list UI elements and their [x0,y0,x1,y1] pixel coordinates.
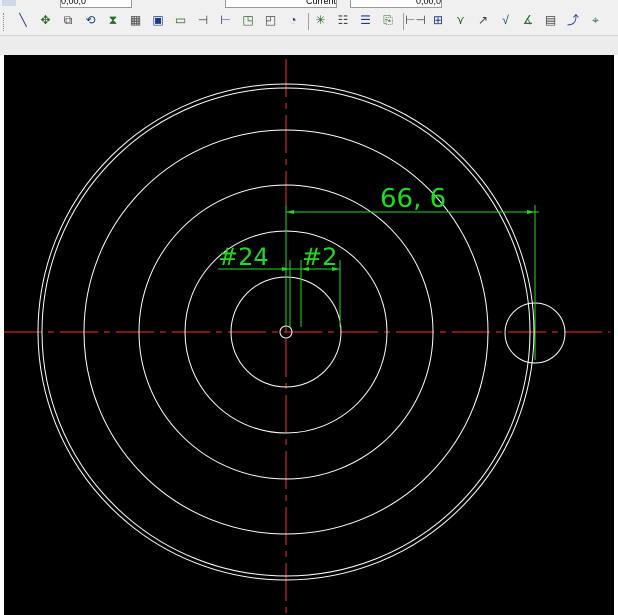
match-icon: ⎘ [383,13,393,27]
stretch-icon: ◰ [264,13,277,27]
dim-overall-arrow-left [286,210,294,214]
radius-button[interactable]: ↗ [474,11,492,29]
mirror-button[interactable]: ⧗ [104,11,122,29]
ordinate-dimension-icon: ⊞ [432,13,444,27]
array-button[interactable]: ▦ [127,11,145,29]
angular-button[interactable]: ∡ [519,11,537,29]
linear-dimension-button[interactable]: ⊢⊣ [405,11,426,29]
match-button[interactable]: ⎘ [379,11,397,29]
rectangle-button[interactable]: ▭ [172,11,190,29]
toolbar-separator [307,13,309,30]
top-toolbar-strip: 0,00,0 Current 0,00,0 [0,0,618,8]
offset-button[interactable]: ▣ [149,11,167,29]
dimension-style-button[interactable]: ⌖ [587,11,605,29]
dim-overall-text: 66, 6 [380,184,446,214]
copy-button[interactable]: ⧉ [59,11,77,29]
dimension-style-icon: ⌖ [592,13,599,27]
rotate-button[interactable]: ⟲ [82,11,100,29]
layer-button[interactable]: ☰ [357,11,375,29]
ordinate-dimension-button[interactable]: ⊞ [429,11,447,29]
angular-icon: ∡ [522,13,534,27]
line-tool-button[interactable]: ╲ [14,11,32,29]
leader-button[interactable]: ⤴ [564,11,582,29]
fillet-icon: ◔ [289,13,297,27]
top-field-2[interactable]: Current [225,0,337,8]
modify-toolbar: ╲ ✥ ⧉ ⟲ ⧗ ▦ ▣ ▭ ⊣ ⊢ ◳ ◰ ◔ ✳ ☷ ☰ ⎘ ⊢⊣ ⊞ ⋎ ↗ √ ∡ ▤ ⤴ ⌖ [0,8,618,36]
rotate-icon: ⟲ [85,13,96,27]
layer-icon: ☰ [360,13,371,27]
copy-icon: ⧉ [63,13,73,27]
print-icon[interactable] [2,0,16,6]
extend-button[interactable]: ⊢ [217,11,235,29]
diameter-button[interactable]: √ [497,11,515,29]
arc-length-icon: ⋎ [456,13,465,27]
tolerance-icon: ▤ [544,13,557,27]
explode-icon: ✳ [315,13,326,27]
diameter-icon: √ [502,13,509,27]
line-tool-icon: ╲ [19,13,27,27]
scale-button[interactable]: ◳ [239,11,257,29]
dim-right-text: #2 [302,243,337,271]
drawing-canvas[interactable]: 66, 6 #24 #2 [4,55,614,615]
top-field-1[interactable]: 0,00,0 [60,0,132,8]
properties-button[interactable]: ☷ [334,11,352,29]
trim-icon: ⊣ [197,13,209,27]
extend-icon: ⊢ [220,13,231,27]
cad-drawing[interactable]: 66, 6 #24 #2 [4,55,614,615]
toolbar-separator [402,13,404,30]
mirror-icon: ⧗ [108,13,118,27]
radius-icon: ↗ [477,13,489,27]
move-icon: ✥ [40,13,51,27]
move-button[interactable]: ✥ [37,11,55,29]
properties-icon: ☷ [337,13,349,27]
offset-icon: ▣ [152,13,164,27]
dim-left-text: #24 [218,243,269,271]
leader-icon: ⤴ [566,13,579,27]
explode-button[interactable]: ✳ [312,11,330,29]
toolbar-grip[interactable] [3,13,6,31]
rectangle-icon: ▭ [174,13,187,27]
dim-overall-arrow-right [527,210,535,214]
trim-button[interactable]: ⊣ [194,11,212,29]
linear-dimension-icon: ⊢⊣ [405,13,426,27]
top-field-3[interactable]: 0,00,0 [350,0,442,8]
array-icon: ▦ [129,13,142,27]
toolbar-band [0,36,618,55]
arc-length-button[interactable]: ⋎ [452,11,470,29]
stretch-button[interactable]: ◰ [262,11,280,29]
fillet-button[interactable]: ◔ [284,11,302,29]
tolerance-button[interactable]: ▤ [542,11,560,29]
scale-icon: ◳ [242,13,254,27]
